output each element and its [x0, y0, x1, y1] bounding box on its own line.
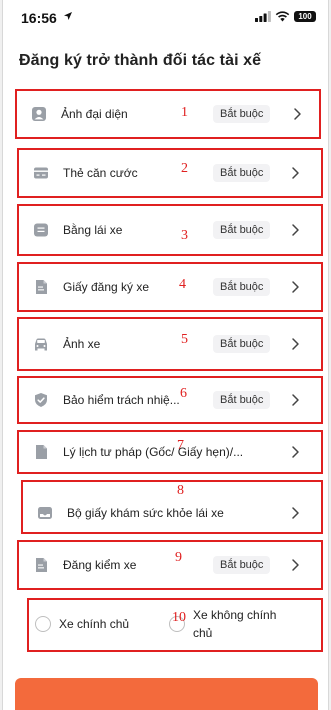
required-badge: Bắt buộc [213, 164, 271, 182]
annotation-number: 8 [177, 483, 184, 498]
required-badge: Bắt buộc [213, 391, 271, 409]
radio-not-owner-label-line2[interactable]: chủ [193, 625, 212, 641]
battery-indicator: 100 [294, 11, 316, 22]
ownership-selector: Xe chính chủ 10 Xe không chính chủ [27, 598, 323, 652]
row-label: Bộ giấy khám sức khỏe lái xe [67, 506, 224, 520]
wifi-icon [275, 11, 290, 22]
chevron-right-icon [292, 559, 299, 571]
chevron-right-icon [292, 167, 299, 179]
annotation-number: 1 [181, 105, 188, 120]
required-badge: Bắt buộc [213, 278, 271, 296]
page-title: Đăng ký trở thành đối tác tài xế [19, 52, 262, 69]
health-folder-icon [38, 507, 52, 519]
required-badge: Bắt buộc [213, 221, 271, 239]
document-row-vehicle-inspection[interactable]: Đăng kiểm xe 9 Bắt buộc [17, 540, 323, 590]
document-row-vehicle-registration[interactable]: Giấy đăng ký xe 4 Bắt buộc [17, 262, 323, 312]
status-icons: 100 [255, 11, 316, 22]
row-label: Bảo hiểm trách nhiệ... [63, 393, 180, 407]
annotation-number: 5 [181, 332, 188, 347]
chevron-right-icon [292, 281, 299, 293]
row-label: Lý lịch tư pháp (Gốc/ Giấy hẹn)/... [63, 445, 244, 459]
radio-owner-label[interactable]: Xe chính chủ [59, 616, 129, 632]
document-row-health-certificate[interactable]: Bộ giấy khám sức khỏe lái xe 8 [21, 480, 323, 534]
annotation-number: 7 [177, 438, 184, 453]
inspection-document-icon [36, 558, 47, 572]
annotation-number: 3 [181, 228, 188, 243]
document-row-avatar[interactable]: Ảnh đại diện 1 Bắt buộc [15, 89, 321, 139]
radio-owner[interactable] [35, 616, 51, 632]
chevron-right-icon [292, 507, 299, 519]
annotation-number: 2 [181, 161, 188, 176]
row-label: Ảnh xe [63, 337, 101, 351]
document-row-id-card[interactable]: Thẻ căn cước 2 Bắt buộc [17, 148, 323, 198]
user-avatar-icon [32, 107, 46, 121]
document-row-driver-license[interactable]: Bằng lái xe 3 Bắt buộc [17, 204, 323, 256]
status-time: 16:56 [21, 10, 57, 26]
car-icon [35, 338, 47, 351]
document-icon [36, 280, 47, 294]
shield-check-icon [35, 393, 47, 407]
location-arrow-icon [64, 12, 72, 20]
document-row-liability-insurance[interactable]: Bảo hiểm trách nhiệ... 6 Bắt buộc [17, 376, 323, 424]
annotation-number: 6 [180, 386, 187, 401]
file-icon [36, 445, 47, 459]
license-icon [34, 223, 48, 237]
document-row-vehicle-photo[interactable]: Ảnh xe 5 Bắt buộc [17, 317, 323, 371]
row-label: Giấy đăng ký xe [63, 280, 150, 294]
annotation-number: 4 [179, 277, 186, 292]
document-row-criminal-record[interactable]: Lý lịch tư pháp (Gốc/ Giấy hẹn)/... 7 [17, 430, 323, 474]
annotation-number: 9 [175, 550, 182, 565]
chevron-right-icon [292, 446, 299, 458]
id-card-icon [34, 167, 48, 179]
annotation-number: 10 [172, 610, 186, 625]
chevron-right-icon [292, 224, 299, 236]
row-label: Bằng lái xe [63, 223, 123, 237]
chevron-right-icon [292, 338, 299, 350]
phone-screen: 16:56 100 Đăng ký trở thành đối tác tài … [2, 0, 329, 710]
row-label: Ảnh đại diện [61, 107, 128, 121]
signal-icon [255, 11, 271, 22]
radio-not-owner-label-line1[interactable]: Xe không chính [193, 607, 276, 623]
row-label: Đăng kiểm xe [63, 558, 137, 572]
chevron-right-icon [294, 108, 301, 120]
status-bar: 16:56 100 [3, 0, 328, 34]
required-badge: Bắt buộc [213, 105, 271, 123]
row-label: Thẻ căn cước [63, 166, 138, 180]
required-badge: Bắt buộc [213, 556, 271, 574]
chevron-right-icon [292, 394, 299, 406]
submit-button[interactable] [15, 678, 318, 710]
required-badge: Bắt buộc [213, 335, 271, 353]
